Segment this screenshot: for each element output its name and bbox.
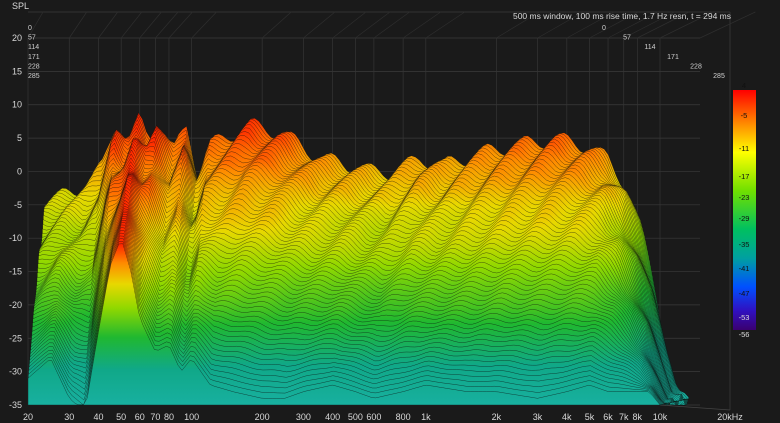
colorbar-label: -47 bbox=[739, 289, 750, 298]
time-labels-left: 0 57 114 171 228 285 bbox=[28, 25, 40, 80]
x-tick-label: 6k bbox=[603, 412, 613, 422]
x-tick-label: 300 bbox=[296, 412, 311, 422]
colorbar-label: -23 bbox=[739, 193, 750, 202]
x-tick-label: 30 bbox=[64, 412, 74, 422]
time-axis-label: 57 bbox=[623, 35, 631, 42]
time-axis-label: 0 bbox=[602, 25, 606, 32]
time-label: 114 bbox=[28, 44, 39, 51]
y-tick-label: -15 bbox=[9, 267, 22, 277]
x-tick-label: 10k bbox=[653, 412, 668, 422]
y-tick-label: -35 bbox=[9, 400, 22, 410]
perspective-line bbox=[139, 11, 162, 39]
perspective-line bbox=[425, 11, 465, 39]
y-tick-label: 10 bbox=[12, 100, 22, 110]
waterfall-plot: SPL 500 ms window, 100 ms rise time, 1.7… bbox=[9, 1, 756, 422]
perspective-bottom bbox=[659, 404, 731, 411]
perspective-line bbox=[168, 11, 193, 39]
y-tick-label: -20 bbox=[9, 300, 22, 310]
x-tick-label: 7k bbox=[619, 412, 629, 422]
y-tick-label: 15 bbox=[12, 66, 22, 76]
x-tick-label: 1k bbox=[421, 412, 431, 422]
x-tick-label: 600 bbox=[366, 412, 381, 422]
perspective-line bbox=[68, 11, 87, 39]
y-axis-title: SPL bbox=[12, 1, 29, 11]
colorbar-label: -56 bbox=[739, 330, 750, 339]
x-tick-label: 800 bbox=[396, 412, 411, 422]
perspective-line bbox=[155, 11, 179, 39]
y-tick-label: -5 bbox=[14, 200, 22, 210]
y-tick-label: 20 bbox=[12, 33, 22, 43]
colorbar-label: -11 bbox=[739, 144, 749, 153]
colorbar-label: 4 bbox=[742, 81, 746, 90]
x-tick-label: 500 bbox=[348, 412, 363, 422]
y-tick-label: -10 bbox=[9, 233, 22, 243]
x-tick-label: 20 bbox=[23, 412, 33, 422]
x-tick-label: 200 bbox=[255, 412, 270, 422]
x-tick-label: 400 bbox=[325, 412, 340, 422]
x-tick-label: 70 bbox=[150, 412, 160, 422]
perspective-line bbox=[303, 11, 336, 39]
y-tick-label: 5 bbox=[17, 133, 22, 143]
colorbar-label: -35 bbox=[739, 240, 750, 249]
info-text: 500 ms window, 100 ms rise time, 1.7 Hz … bbox=[513, 11, 731, 21]
x-tick-label: 2k bbox=[492, 412, 502, 422]
time-label: 57 bbox=[28, 35, 36, 42]
x-tick-label: 50 bbox=[116, 412, 126, 422]
time-label: 0 bbox=[28, 25, 32, 32]
x-tick-label: 3k bbox=[533, 412, 543, 422]
x-tick-label: 5k bbox=[585, 412, 595, 422]
time-label: 228 bbox=[28, 63, 40, 70]
colorbar-label: -53 bbox=[739, 313, 750, 322]
y-tick-label: 0 bbox=[17, 166, 22, 176]
time-axis-label: 285 bbox=[713, 73, 725, 80]
x-tick-label: 8k bbox=[633, 412, 643, 422]
time-axis-label: 171 bbox=[667, 54, 679, 61]
perspective-line bbox=[261, 11, 292, 39]
y-tick-label: -25 bbox=[9, 333, 22, 343]
perspective-line bbox=[402, 11, 441, 39]
time-label: 171 bbox=[28, 54, 40, 61]
time-labels-axis: 0 57 114 171 228 285 bbox=[602, 25, 725, 80]
time-label: 285 bbox=[28, 73, 40, 80]
x-tick-label: 80 bbox=[164, 412, 174, 422]
perspective-line bbox=[373, 11, 410, 39]
perspective-line bbox=[191, 11, 217, 39]
colorbar-label: -41 bbox=[739, 264, 750, 273]
x-tick-label: 40 bbox=[93, 412, 103, 422]
perspective-line bbox=[98, 11, 119, 39]
time-axis-label: 228 bbox=[690, 63, 702, 70]
colorbar-label: -29 bbox=[739, 214, 750, 223]
x-tick-label: 20kHz bbox=[717, 412, 743, 422]
x-tick-label: 60 bbox=[135, 412, 145, 422]
x-tick-labels: 20 30 40 50 60 70 80 100 200 300 400 500 600 800 1k 2k 3… bbox=[23, 412, 743, 422]
waterfall-slices bbox=[27, 112, 689, 406]
x-tick-label: 4k bbox=[562, 412, 572, 422]
perspective-line bbox=[120, 11, 143, 39]
y-tick-label: -30 bbox=[9, 367, 22, 377]
x-tick-label: 100 bbox=[184, 412, 199, 422]
time-axis-label: 114 bbox=[644, 44, 655, 51]
y-tick-labels: 20 15 10 5 0 -5 -10 -15 -20 -25 -30 -35 bbox=[9, 33, 22, 410]
colorbar-label: -5 bbox=[741, 111, 748, 120]
colorbar-label: -17 bbox=[739, 172, 750, 181]
